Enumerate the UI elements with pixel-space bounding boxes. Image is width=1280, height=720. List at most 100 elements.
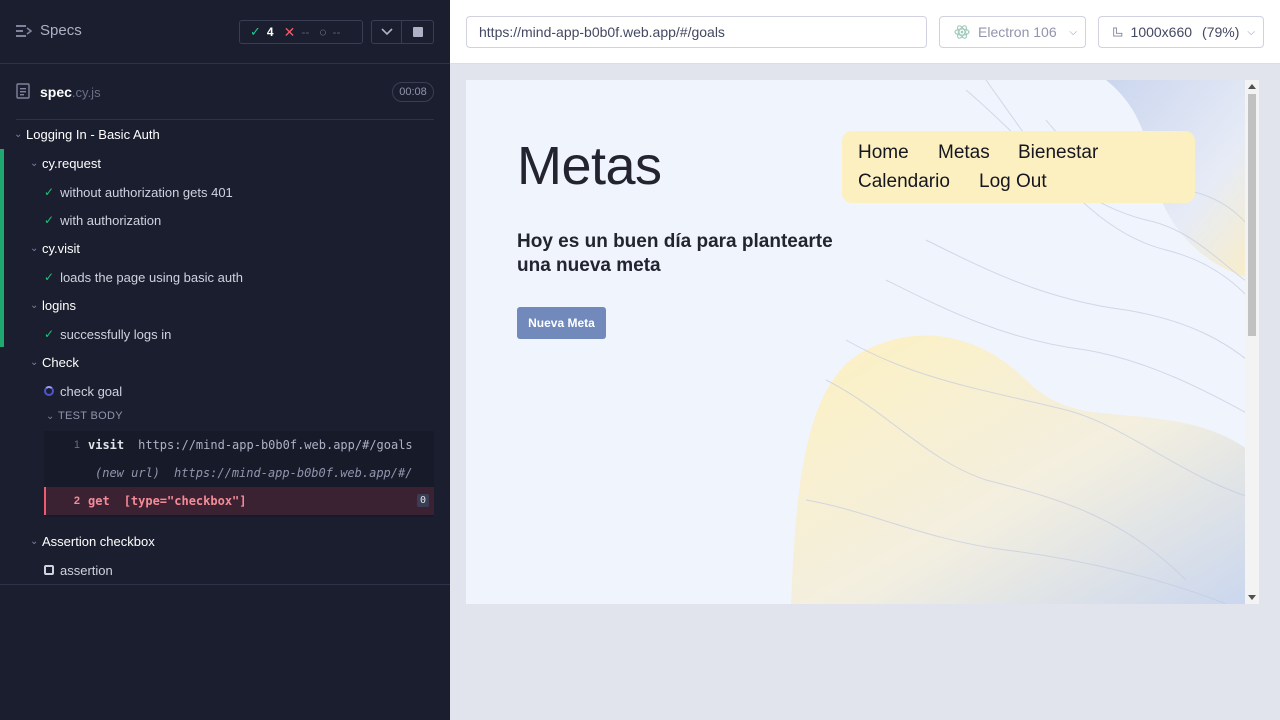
suite-assertion-checkbox[interactable]: ⌄ Assertion checkbox (0, 527, 450, 555)
pending-count: -- (332, 25, 341, 39)
test-row[interactable]: ✓ with authorization (0, 206, 450, 234)
stop-button[interactable] (402, 20, 434, 44)
element-count-badge: 0 (416, 494, 429, 507)
command-message: https://mind-app-b0b0f.web.app/#/ (174, 466, 413, 480)
collapse-all-button[interactable] (371, 20, 402, 44)
test-row[interactable]: ✓ successfully logs in (0, 320, 450, 348)
nav-calendario[interactable]: Calendario (858, 171, 950, 193)
chevron-down-icon: ⌵ (1069, 26, 1077, 38)
chevron-down-icon: ⌄ (30, 157, 39, 169)
check-icon: ✓ (44, 327, 55, 341)
check-icon: ✓ (44, 185, 55, 199)
scroll-up-icon[interactable] (1248, 84, 1256, 89)
suite-title: cy.visit (42, 240, 81, 256)
failed-stat: ✕ -- (274, 21, 310, 43)
scroll-thumb[interactable] (1248, 94, 1256, 336)
viewport-zoom: (79%) (1202, 24, 1240, 40)
test-row-running[interactable]: check goal (0, 377, 450, 405)
chevron-down-icon: ⌄ (30, 242, 39, 254)
aut-url-field[interactable]: https://mind-app-b0b0f.web.app/#/goals (466, 16, 927, 48)
check-icon: ✓ (44, 270, 55, 284)
suite-title: logins (42, 297, 76, 313)
command-new-url[interactable]: (new url) https://mind-app-b0b0f.web.app… (44, 459, 434, 487)
check-icon: ✓ (44, 213, 55, 227)
test-title: successfully logs in (60, 326, 172, 342)
test-row-pending[interactable]: assertion (0, 556, 450, 584)
electron-icon (954, 25, 970, 39)
nav-bienestar[interactable]: Bienestar (1018, 142, 1098, 164)
chevron-down-icon: ⌵ (1247, 26, 1255, 38)
test-row[interactable]: ✓ without authorization gets 401 (0, 178, 450, 206)
nav-metas[interactable]: Metas (938, 142, 990, 164)
passed-count: 4 (266, 25, 274, 39)
running-spinner-icon (44, 386, 54, 396)
failed-count: -- (301, 25, 310, 39)
x-icon: ✕ (283, 23, 296, 40)
command-name: get (88, 494, 110, 508)
suite-title: Assertion checkbox (42, 533, 155, 549)
page-subtitle: Hoy es un buen día para plantearte una n… (517, 231, 833, 276)
spec-file-row[interactable]: spec.cy.js 00:08 (16, 64, 434, 120)
test-body-label: TEST BODY (58, 410, 123, 422)
scroll-down-icon[interactable] (1248, 595, 1256, 600)
suite-cy-visit[interactable]: ⌄ cy.visit (0, 234, 450, 262)
suite-check[interactable]: ⌄ Check (0, 348, 450, 376)
viewport-selector[interactable]: 1000x660 (79%) ⌵ (1098, 16, 1264, 48)
suite-title: Check (42, 354, 79, 370)
suite-root[interactable]: ⌄ Logging In - Basic Auth (0, 120, 450, 148)
command-message: https://mind-app-b0b0f.web.app/#/goals (138, 438, 413, 452)
command-name: visit (88, 438, 125, 452)
pending-circle-icon: ◌ (319, 25, 327, 39)
pending-stat: ◌ -- (309, 21, 340, 43)
nav-home[interactable]: Home (858, 142, 909, 164)
spec-file-name: spec.cy.js (40, 84, 101, 100)
suite-title: Logging In - Basic Auth (26, 126, 160, 142)
test-title: assertion (60, 562, 113, 578)
browser-selector[interactable]: Electron 106 ⌵ (939, 16, 1086, 48)
test-title: with authorization (60, 212, 162, 228)
command-number: 2 (73, 495, 80, 507)
nav-logout[interactable]: Log Out (979, 171, 1047, 193)
chevron-down-icon: ⌄ (30, 356, 39, 368)
suite-cy-request[interactable]: ⌄ cy.request (0, 149, 450, 177)
command-name: (new url) (95, 466, 161, 480)
chevron-down-icon (380, 28, 393, 36)
pending-square-icon (44, 565, 54, 575)
test-row[interactable]: ✓ loads the page using basic auth (0, 263, 450, 291)
suite-title: cy.request (42, 155, 102, 171)
chevron-down-icon: ⌄ (30, 535, 39, 547)
test-body-toggle[interactable]: ⌄ TEST BODY (0, 404, 450, 428)
command-get-failed[interactable]: 2 get [type="checkbox"] 0 (44, 487, 434, 515)
chevron-down-icon: ⌄ (14, 128, 23, 140)
command-log: 1 visit https://mind-app-b0b0f.web.app/#… (44, 431, 434, 517)
divider (0, 584, 450, 585)
ruler-icon (1113, 27, 1123, 37)
suite-logins[interactable]: ⌄ logins (0, 291, 450, 319)
viewport-size: 1000x660 (1130, 24, 1193, 40)
test-title: check goal (60, 383, 123, 399)
specs-toggle-button[interactable]: Specs (16, 22, 82, 39)
stop-icon (412, 27, 423, 37)
command-number: 1 (73, 439, 80, 451)
reporter-panel: Specs ✓ 4 ✕ -- ◌ -- spec.cy.js 00:08 ⌄ L… (0, 0, 450, 720)
aut-scrollbar[interactable] (1245, 80, 1259, 604)
command-visit[interactable]: 1 visit https://mind-app-b0b0f.web.app/#… (44, 431, 434, 459)
passed-stat: ✓ 4 (240, 21, 274, 43)
browser-name: Electron 106 (978, 24, 1057, 40)
reporter-header: Specs ✓ 4 ✕ -- ◌ -- (0, 0, 450, 64)
app-under-test-panel: https://mind-app-b0b0f.web.app/#/goals E… (450, 0, 1280, 720)
command-message: [type="checkbox"] (123, 494, 247, 508)
new-goal-button[interactable]: Nueva Meta (517, 307, 606, 339)
test-title: loads the page using basic auth (60, 269, 243, 285)
spec-file-basename: spec (40, 84, 72, 100)
aut-header: https://mind-app-b0b0f.web.app/#/goals E… (450, 0, 1280, 64)
document-icon (16, 83, 30, 99)
aut-iframe: Metas Hoy es un buen día para plantearte… (466, 80, 1259, 604)
specs-list-icon (16, 24, 32, 37)
spec-duration: 00:08 (392, 82, 434, 102)
test-stats: ✓ 4 ✕ -- ◌ -- (239, 20, 363, 44)
chevron-down-icon: ⌄ (46, 410, 55, 422)
chevron-down-icon: ⌄ (30, 299, 39, 311)
page-title: Metas (517, 136, 662, 196)
specs-label: Specs (40, 22, 82, 39)
